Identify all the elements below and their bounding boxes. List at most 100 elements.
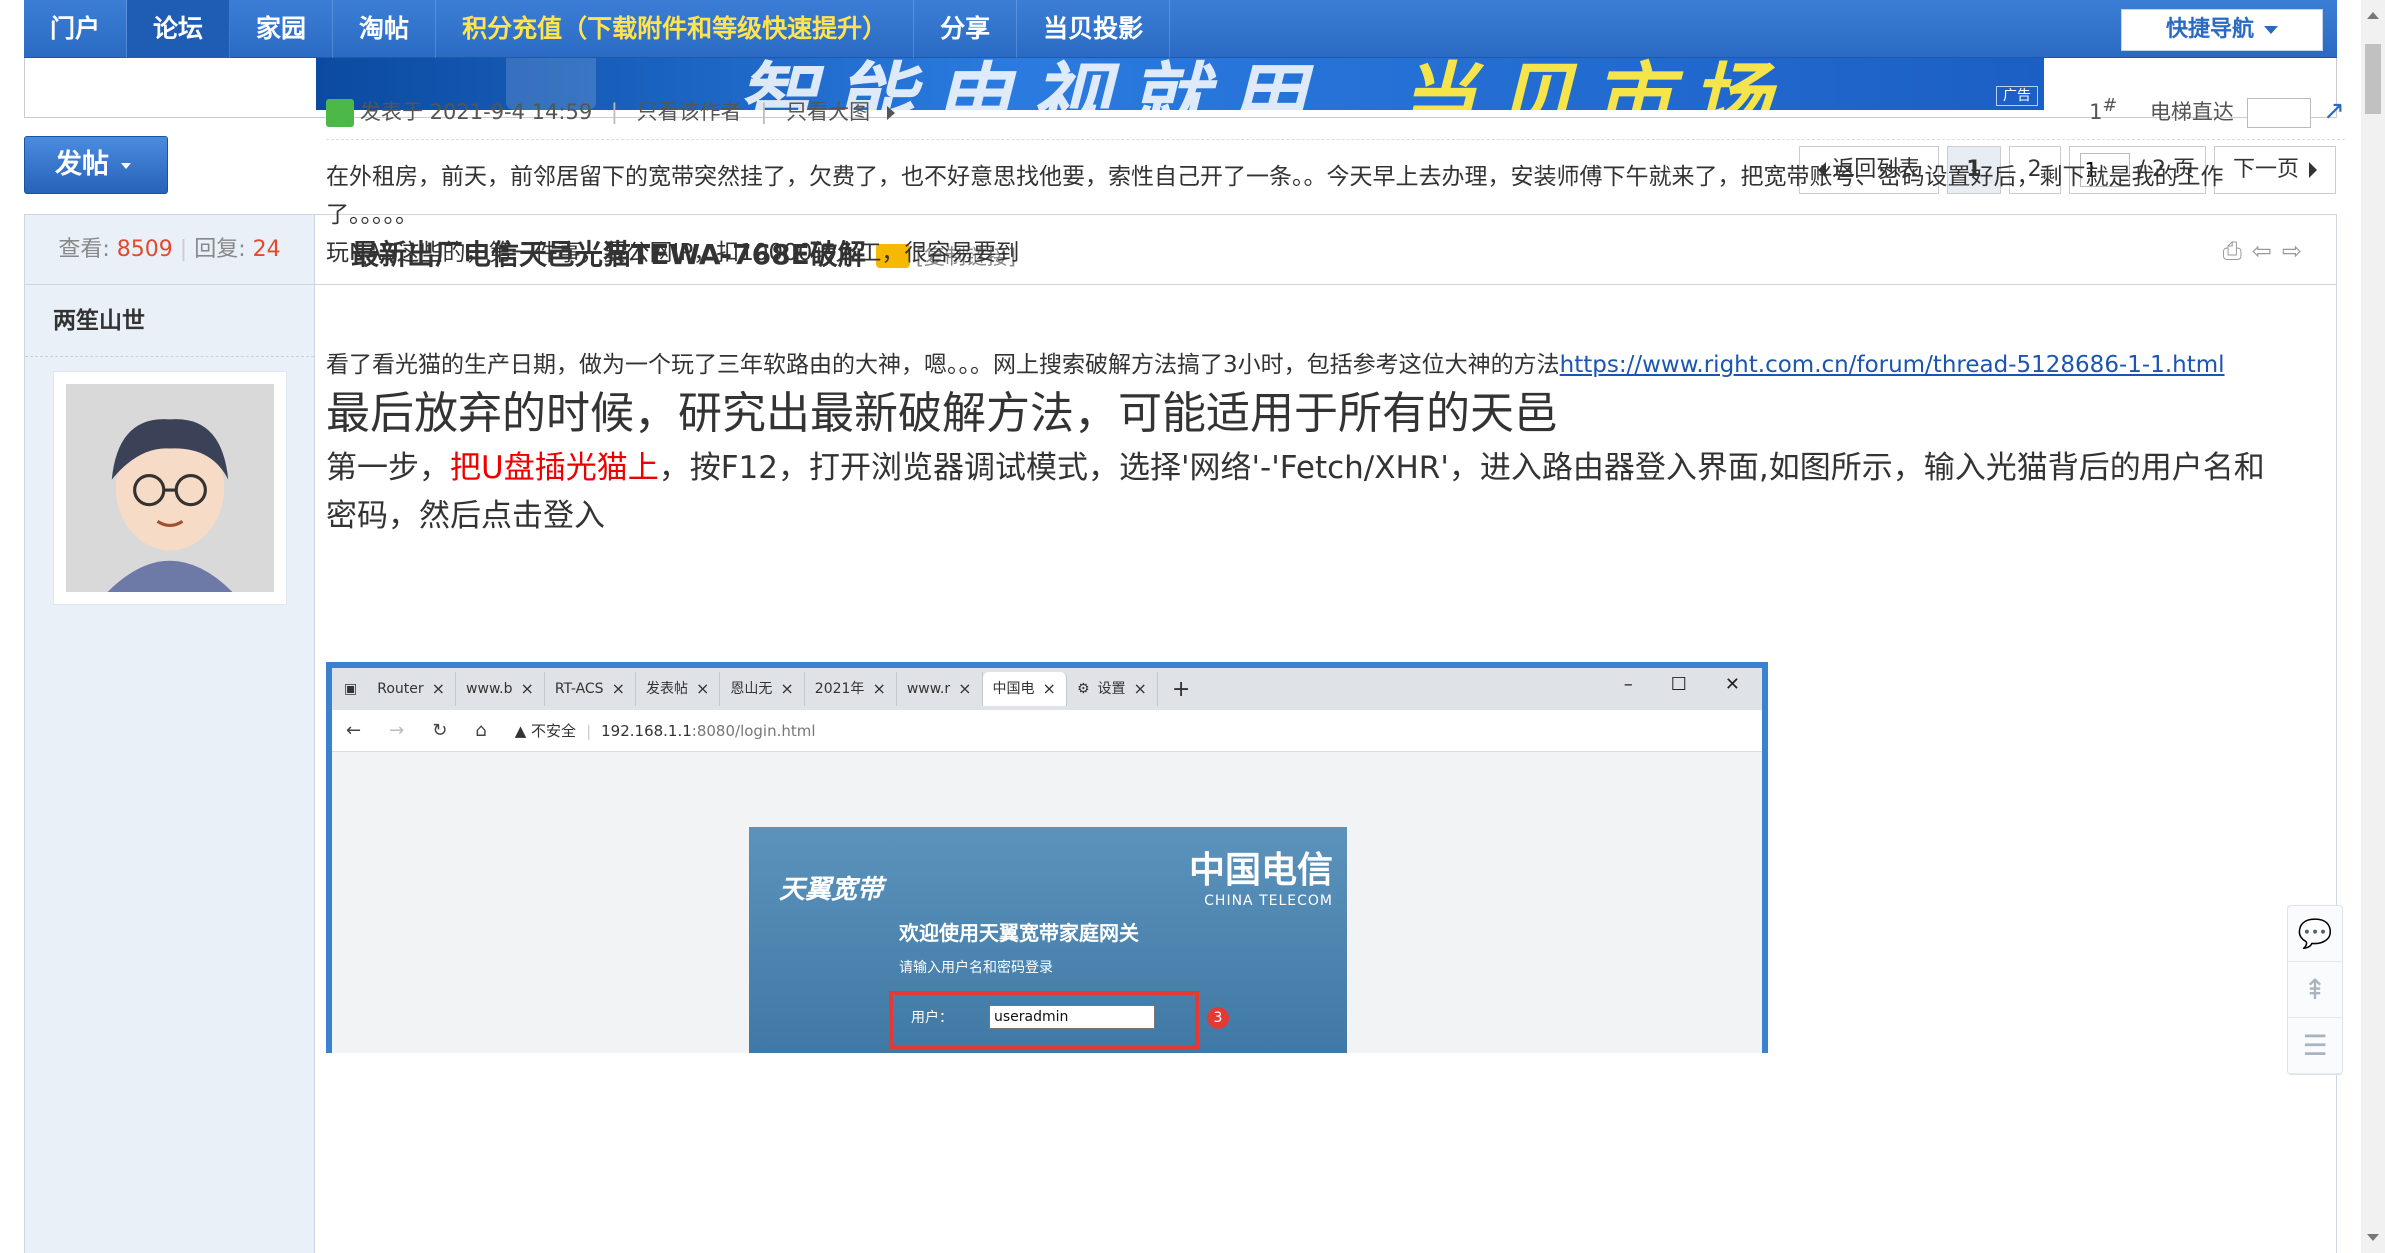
new-post-button[interactable]: 发帖	[24, 136, 168, 194]
router-login-panel: 天翼宽带 中国电信 CHINA TELECOM 欢迎使用天翼宽带家庭网关 请输入用…	[749, 827, 1347, 1053]
chevron-right-icon	[2309, 162, 2317, 178]
replies-label: 回复:	[194, 237, 246, 262]
next-thread-icon[interactable]: ⇨	[2282, 237, 2302, 265]
nav-item-share[interactable]: 分享	[914, 0, 1018, 58]
only-images-link[interactable]: 只看大图	[786, 100, 870, 124]
new-tab-icon: +	[1171, 676, 1191, 702]
nav-item-dangbei[interactable]: 当贝投影	[1017, 0, 1171, 58]
browser-tab: www.b ×	[456, 672, 545, 706]
url-display: ▲ 不安全 | 192.168.1.1:8080/login.html	[514, 722, 816, 740]
meta-separator: |	[760, 100, 768, 124]
close-icon: ×	[1133, 679, 1147, 698]
insecure-label: 不安全	[531, 722, 577, 740]
list-icon[interactable]: ☰	[2288, 1018, 2342, 1074]
post-paragraph: 玩NAS这些的，第一件事，要公网IP，扣10000转人工，很容易要到	[326, 240, 1020, 266]
close-icon: ×	[520, 679, 534, 698]
browser-tab: 2021年 ×	[805, 672, 897, 706]
elevator-input[interactable]	[2246, 98, 2311, 128]
meta-separator: |	[610, 100, 618, 124]
browser-tab-bar: ▣ Router × www.b × RT-ACS × 发表帖 × 恩山无 × 2021年…	[332, 668, 1762, 710]
close-icon: ×	[958, 679, 972, 698]
back-arrow-icon: ←	[346, 720, 362, 741]
login-welcome: 欢迎使用天翼宽带家庭网关	[899, 921, 1139, 945]
nav-item-collections[interactable]: 淘帖	[333, 0, 437, 58]
close-window-icon: ✕	[1724, 674, 1740, 695]
quick-nav-label: 快捷导航	[2165, 17, 2254, 42]
tab-actions-icon: ▣	[344, 681, 358, 697]
caret-right-icon	[886, 106, 895, 120]
browser-tab: Router ×	[367, 672, 457, 706]
china-telecom-en: CHINA TELECOM	[1204, 893, 1333, 909]
login-hint: 请输入用户名和密码登录	[899, 960, 1053, 976]
new-post-label: 发帖	[55, 149, 109, 180]
browser-address-bar: ← → ↻ ⌂ ▲ 不安全 | 192.168.1.1:8080/login.htm…	[332, 710, 1762, 752]
post-date: 发表于 2021-9-4 14:59	[360, 100, 593, 124]
close-icon: ×	[1042, 679, 1056, 698]
step-badge: 3	[1207, 1007, 1229, 1029]
nav-item-portal[interactable]: 门户	[24, 0, 128, 58]
home-icon: ⌂	[475, 720, 487, 741]
top-nav: 门户 论坛 家园 淘帖 积分充值（下载附件和等级快速提升） 分享 当贝投影 快捷…	[24, 0, 2337, 58]
window-controls: – ☐ ✕	[1624, 674, 1740, 695]
thread-stats: 查看: 8509 | 回复: 24	[25, 215, 314, 285]
jump-icon[interactable]: ↗	[2323, 96, 2345, 126]
floor-number: 1	[2089, 100, 2103, 124]
tab-label: 发表帖	[645, 681, 688, 697]
url-host: 192.168.1.1	[601, 722, 692, 740]
close-icon: ×	[872, 679, 886, 698]
tab-label: 中国电	[992, 681, 1035, 697]
elevator-label: 电梯直达	[2149, 100, 2234, 124]
post-image-browser-screenshot[interactable]: ▣ Router × www.b × RT-ACS × 发表帖 × 恩山无 × 2021年…	[326, 662, 1768, 1053]
top-nav-items: 门户 论坛 家园 淘帖 积分充值（下载附件和等级快速提升） 分享 当贝投影	[24, 0, 1171, 58]
page: 门户 论坛 家园 淘帖 积分充值（下载附件和等级快速提升） 分享 当贝投影 快捷…	[0, 0, 2385, 1253]
browser-tab: 发表帖 ×	[636, 672, 721, 706]
author-name[interactable]: 两笙山世	[25, 285, 314, 357]
tab-label: RT-ACS	[554, 681, 604, 697]
post-content: 在外租房，前天，前邻居留下的宽带突然挂了，欠费了，也不好意思找他要，索性自己开了…	[326, 158, 2276, 540]
post-paragraph-with-link: 看了看光猫的生产日期，做为一个玩了三年软路由的大神，嗯。。。网上搜索破解方法搞了…	[326, 346, 2276, 384]
url-path: :8080/login.html	[691, 722, 816, 740]
browser-tab: ⚙ 设置 ×	[1067, 672, 1158, 706]
username-highlight-box: 用户： useradmin	[889, 991, 1199, 1049]
china-telecom-cn: 中国电信	[1188, 850, 1333, 891]
browser-tab: RT-ACS ×	[545, 672, 636, 706]
tianyi-logo: 天翼宽带	[779, 875, 884, 905]
close-icon: ×	[611, 679, 625, 698]
forward-arrow-icon: →	[389, 720, 405, 741]
browser-tab-active: 中国电 ×	[982, 672, 1067, 706]
nav-item-forum[interactable]: 论坛	[127, 0, 231, 58]
nav-item-home[interactable]: 家园	[230, 0, 334, 58]
post-step-1: 第一步，把U盘插光猫上，按F12，打开浏览器调试模式，选择'网络'-'Fetch…	[326, 444, 2276, 540]
browser-tab: www.r ×	[897, 672, 983, 706]
chevron-down-icon	[121, 162, 131, 169]
close-icon: ×	[431, 679, 446, 698]
username-field: useradmin	[989, 1005, 1155, 1029]
china-telecom-logo: 中国电信 CHINA TELECOM	[1189, 841, 1333, 909]
tab-label: www.b	[466, 681, 513, 697]
reload-icon: ↻	[432, 720, 448, 741]
floor-sup: #	[2102, 96, 2118, 116]
chevron-down-icon	[2264, 26, 2278, 34]
post-heading: 最后放弃的时候，研究出最新破解方法，可能适用于所有的天邑	[326, 388, 1558, 439]
scroll-thumb[interactable]	[2365, 44, 2381, 114]
views-label: 查看:	[58, 237, 110, 262]
floor-info: 1# 电梯直达 ↗	[2089, 96, 2345, 128]
nav-item-recharge[interactable]: 积分充值（下载附件和等级快速提升）	[436, 0, 915, 58]
replies-count: 24	[252, 237, 281, 262]
tab-label: 2021年	[814, 681, 865, 697]
scroll-down-icon[interactable]	[2367, 1234, 2379, 1241]
reference-link[interactable]: https://www.right.com.cn/forum/thread-51…	[1560, 352, 2225, 378]
reply-icon[interactable]: 💬	[2288, 906, 2342, 962]
tab-label: www.r	[906, 681, 951, 697]
step-1-highlight: 把U盘插光猫上	[450, 450, 659, 486]
back-to-top-icon[interactable]: ⇞	[2288, 962, 2342, 1018]
page-scrollbar[interactable]	[2361, 0, 2385, 1253]
tab-label: Router	[377, 681, 424, 697]
avatar[interactable]	[53, 371, 287, 605]
maximize-icon: ☐	[1670, 674, 1687, 695]
only-author-link[interactable]: 只看该作者	[637, 100, 742, 124]
views-count: 8509	[116, 237, 173, 262]
quick-nav-button[interactable]: 快捷导航	[2121, 9, 2323, 51]
warning-icon: ▲	[514, 722, 527, 740]
scroll-up-icon[interactable]	[2367, 12, 2379, 19]
